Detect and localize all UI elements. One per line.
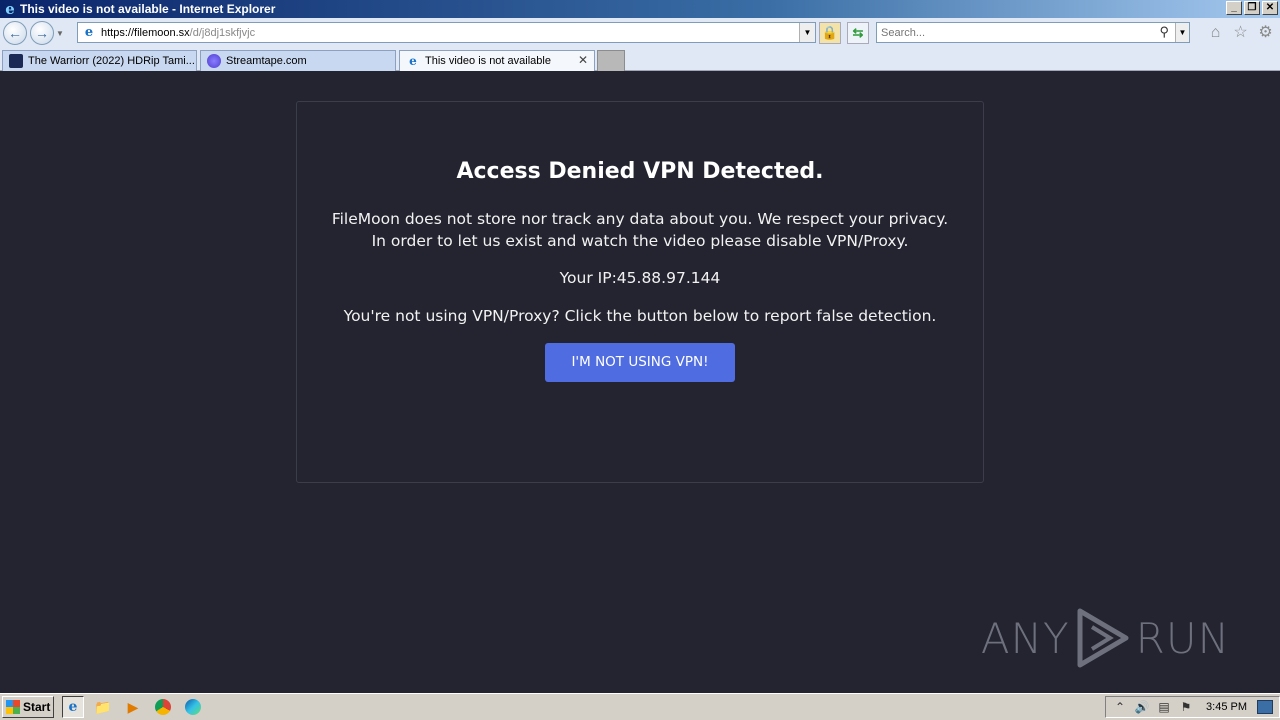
search-box[interactable]: ⚲ ▼ (876, 22, 1190, 43)
back-arrow-icon: ← (8, 25, 22, 41)
toolbar-icons: ⌂ ☆ ⚙ (1207, 24, 1274, 42)
internet-explorer-icon: e (68, 699, 78, 715)
favorites-star-icon[interactable]: ☆ (1232, 24, 1249, 42)
url-path: /d/j8dj1skfjvjc (189, 26, 256, 39)
page-content: Access Denied VPN Detected. FileMoon doe… (0, 71, 1280, 693)
tab-active[interactable]: e This video is not available ✕ (399, 50, 595, 71)
tab-streamtape[interactable]: Streamtape.com (200, 50, 396, 71)
window-title-bar: e This video is not available - Internet… (0, 0, 1280, 18)
media-player-icon: ▶ (127, 698, 139, 715)
privacy-message: FileMoon does not store nor track any da… (331, 210, 949, 250)
tab-label: This video is not available (425, 55, 551, 67)
url-host: https://filemoon.sx (101, 26, 190, 39)
folder-icon: 📁 (94, 698, 112, 715)
start-label: Start (23, 700, 51, 714)
show-desktop-icon[interactable] (1257, 700, 1273, 714)
windows-logo-icon (6, 700, 20, 714)
search-icon[interactable]: ⚲ (1159, 24, 1169, 40)
history-dropdown-icon[interactable]: ▼ (56, 29, 66, 38)
taskbar-explorer-button[interactable]: 📁 (92, 696, 114, 718)
refresh-icon: ⇆ (852, 25, 864, 40)
lock-icon: 🔒 (821, 25, 839, 40)
taskbar-edge-button[interactable] (182, 696, 204, 718)
forward-arrow-icon: → (35, 25, 49, 41)
page-heading: Access Denied VPN Detected. (456, 159, 824, 184)
tab-bar: The Warriorr (2022) HDRip Tami... Stream… (0, 48, 1280, 71)
home-icon[interactable]: ⌂ (1207, 24, 1224, 42)
restore-button[interactable]: ❐ (1244, 1, 1260, 15)
taskbar-chrome-button[interactable] (152, 696, 174, 718)
tab-label: Streamtape.com (226, 55, 307, 67)
action-center-flag-icon[interactable]: ⚑ (1178, 700, 1194, 714)
clock[interactable]: 3:45 PM (1206, 701, 1247, 713)
edge-icon (185, 699, 201, 715)
new-tab-button[interactable] (597, 50, 625, 71)
watermark-text-right: RUN (1135, 613, 1230, 663)
search-input[interactable] (881, 26, 1151, 39)
forward-button[interactable]: → (30, 21, 54, 45)
window-title: This video is not available - Internet E… (20, 2, 276, 16)
system-tray: ⌃ 🔊 ▤ ⚑ 3:45 PM (1105, 696, 1280, 718)
site-favicon-icon (9, 54, 23, 68)
tab-warriorr[interactable]: The Warriorr (2022) HDRip Tami... (2, 50, 197, 71)
chrome-icon (155, 699, 171, 715)
volume-icon[interactable]: 🔊 (1134, 700, 1150, 714)
ie-page-favicon-icon: e (409, 54, 417, 68)
play-logo-icon (1077, 608, 1129, 668)
start-button[interactable]: Start (2, 696, 54, 718)
search-dropdown-icon[interactable]: ▼ (1175, 23, 1189, 42)
taskbar-ie-button[interactable]: e (62, 696, 84, 718)
vpn-warning-card: Access Denied VPN Detected. FileMoon doe… (296, 101, 984, 483)
address-dropdown-icon[interactable]: ▼ (799, 23, 815, 42)
tab-label: The Warriorr (2022) HDRip Tami... (28, 55, 195, 67)
not-using-vpn-button[interactable]: I'M NOT USING VPN! (545, 343, 735, 382)
close-button[interactable]: ✕ (1262, 1, 1278, 15)
network-icon[interactable]: ▤ (1156, 700, 1172, 714)
watermark-text-left: ANY (980, 613, 1070, 663)
taskbar-media-player-button[interactable]: ▶ (122, 696, 144, 718)
refresh-button[interactable]: ⇆ (847, 22, 869, 44)
window-controls: _ ❐ ✕ (1226, 1, 1278, 15)
taskbar: Start e 📁 ▶ ⌃ 🔊 ▤ ⚑ 3:45 PM (0, 693, 1280, 720)
internet-explorer-icon: e (5, 0, 15, 18)
anyrun-watermark: ANY RUN (981, 607, 1230, 669)
report-text: You're not using VPN/Proxy? Click the bu… (343, 307, 937, 325)
close-tab-icon[interactable]: ✕ (578, 53, 588, 67)
streamtape-favicon-icon (207, 54, 221, 68)
back-button[interactable]: ← (3, 21, 27, 45)
page-icon: e (84, 24, 94, 40)
show-hidden-icons-icon[interactable]: ⌃ (1112, 700, 1128, 714)
minimize-button[interactable]: _ (1226, 1, 1242, 15)
settings-gear-icon[interactable]: ⚙ (1257, 24, 1274, 42)
navigation-bar: ← → ▼ e https://filemoon.sx /d/j8dj1skfj… (0, 18, 1280, 48)
ip-address-text: Your IP:45.88.97.144 (559, 269, 721, 287)
security-lock-button[interactable]: 🔒 (819, 22, 841, 44)
address-bar[interactable]: e https://filemoon.sx /d/j8dj1skfjvjc ▼ (77, 22, 816, 43)
